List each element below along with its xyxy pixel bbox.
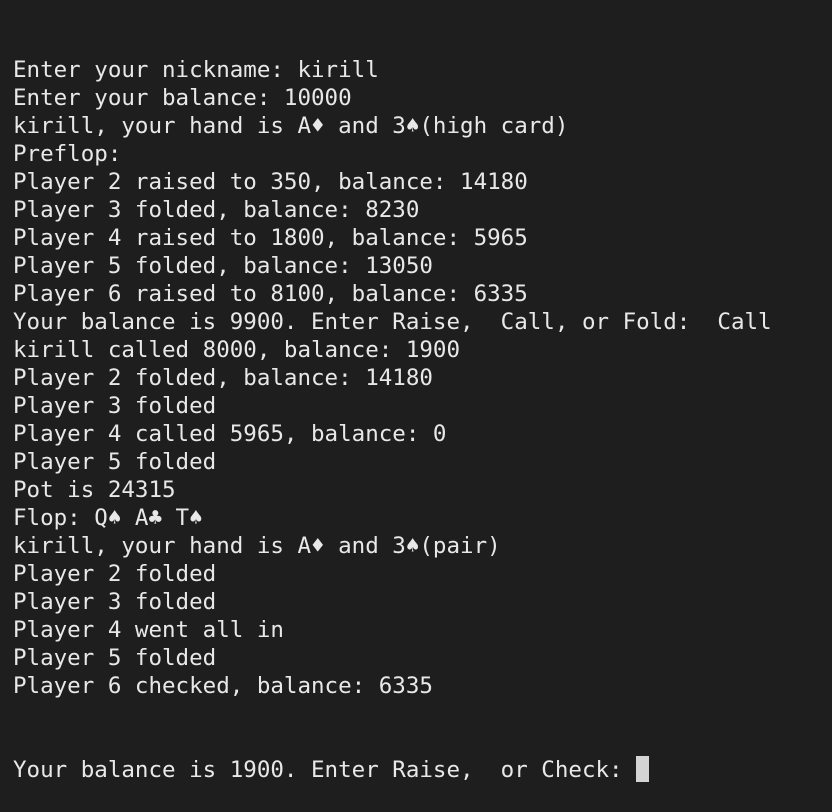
terminal-line: Player 3 folded [13, 589, 217, 615]
terminal-line: kirill called 8000, balance: 1900 [13, 337, 461, 363]
terminal-line: Player 2 folded [13, 561, 217, 587]
terminal-line: Player 6 checked, balance: 6335 [13, 673, 433, 699]
terminal-line: Player 4 went all in [13, 617, 284, 643]
terminal-line: Player 4 raised to 1800, balance: 5965 [13, 225, 528, 251]
terminal-line: Player 5 folded [13, 645, 217, 671]
terminal-line: Player 4 called 5965, balance: 0 [13, 421, 447, 447]
terminal-window[interactable]: Enter your nickname: kirill Enter your ba… [0, 0, 832, 783]
terminal-line: Player 2 folded, balance: 14180 [13, 365, 433, 391]
terminal-line: Player 2 raised to 350, balance: 14180 [13, 169, 528, 195]
text-cursor[interactable] [636, 756, 650, 782]
terminal-line: Player 5 folded [13, 449, 217, 475]
terminal-line: kirill, your hand is A♦ and 3♠(high card… [13, 113, 569, 139]
terminal-line: Player 5 folded, balance: 13050 [13, 253, 433, 279]
terminal-line: kirill, your hand is A♦ and 3♠(pair) [13, 533, 501, 559]
terminal-line: Enter your nickname: kirill [13, 57, 379, 83]
terminal-line: Preflop: [13, 141, 122, 167]
terminal-line: Player 6 raised to 8100, balance: 6335 [13, 281, 528, 307]
terminal-line: Your balance is 9900. Enter Raise, Call,… [13, 309, 772, 335]
terminal-line: Player 3 folded, balance: 8230 [13, 197, 420, 223]
terminal-output: Enter your nickname: kirill Enter your ba… [13, 56, 832, 700]
input-prompt: Your balance is 1900. Enter Raise, or Ch… [13, 757, 637, 783]
terminal-line: Player 3 folded [13, 393, 217, 419]
terminal-line: Flop: Q♠ A♣ T♠ [13, 505, 203, 531]
terminal-line: Enter your balance: 10000 [13, 85, 352, 111]
terminal-line: Pot is 24315 [13, 477, 176, 503]
input-prompt-line[interactable]: Your balance is 1900. Enter Raise, or Ch… [13, 756, 832, 784]
